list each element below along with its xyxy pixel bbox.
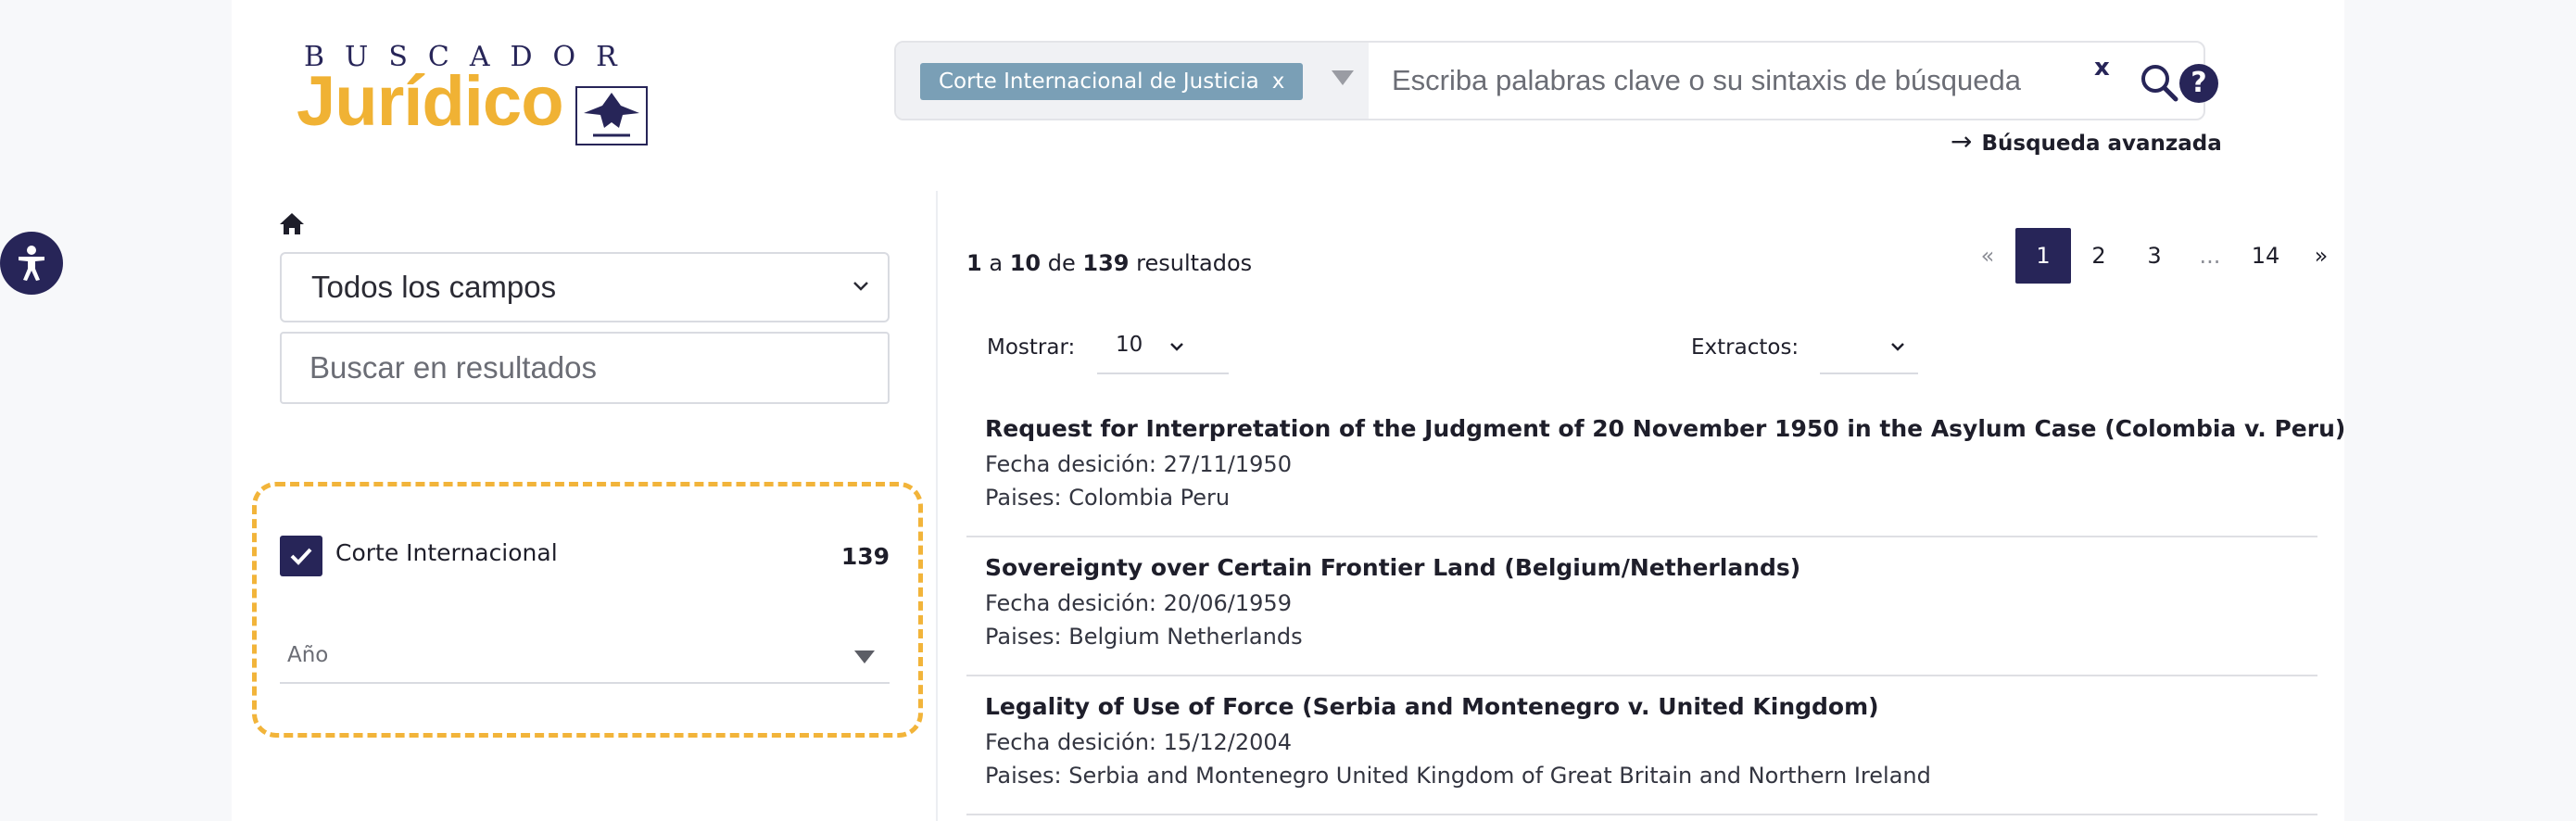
accessibility-icon: [19, 246, 44, 281]
caret-down-icon: [854, 650, 875, 663]
result-title-link[interactable]: Request for Interpretation of the Judgme…: [985, 415, 2345, 442]
advanced-search-link[interactable]: → Búsqueda avanzada: [1951, 126, 2222, 157]
result-title-link[interactable]: Legality of Use of Force (Serbia and Mon…: [985, 693, 2299, 720]
page-container: BUSCADOR Jurídico Corte Internacional de…: [232, 0, 2345, 821]
search-bar: Corte Internacional de Justicia x x: [894, 41, 2205, 120]
result-countries: Paises: Belgium Netherlands: [985, 624, 1303, 650]
search-field-select[interactable]: Todos los campos: [280, 252, 890, 322]
show-label: Mostrar:: [987, 335, 1076, 360]
logo-main-text: Jurídico: [297, 62, 564, 141]
result-item: Legality of Use of Force (Serbia and Mon…: [966, 676, 2317, 815]
facet-checkbox[interactable]: [280, 536, 322, 576]
page-size-select[interactable]: 10: [1097, 322, 1229, 374]
year-select-label: Año: [287, 643, 329, 667]
home-icon[interactable]: [278, 211, 306, 235]
filter-chip-label: Corte Internacional de Justicia: [939, 69, 1259, 94]
result-count: 1 a 10 de 139 resultados: [966, 250, 1253, 276]
facet-count: 139: [840, 543, 890, 570]
pagination-page[interactable]: 2: [2071, 228, 2127, 284]
result-item: Sovereignty over Certain Frontier Land (…: [966, 537, 2317, 676]
chevron-down-icon: [853, 282, 868, 291]
search-icon[interactable]: [2138, 61, 2180, 104]
filter-chip-remove-button[interactable]: x: [1272, 69, 1285, 94]
advanced-search-label: Búsqueda avanzada: [1981, 132, 2222, 156]
search-filter-zone[interactable]: Corte Internacional de Justicia x: [896, 43, 1369, 119]
result-date: Fecha desición: 15/12/2004: [985, 729, 1292, 755]
chevron-down-icon: [1170, 343, 1183, 351]
facet-highlight-box: [252, 482, 923, 738]
pagination-page[interactable]: 3: [2127, 228, 2182, 284]
result-countries: Paises: Serbia and Montenegro United Kin…: [985, 763, 1931, 789]
result-item: Request for Interpretation of the Judgme…: [966, 398, 2345, 537]
sidebar-divider: [936, 191, 938, 821]
pagination-page[interactable]: 14: [2238, 228, 2293, 284]
accessibility-button[interactable]: [0, 232, 63, 295]
checkmark-icon: [290, 548, 312, 565]
result-countries: Paises: Colombia Peru: [985, 485, 1231, 511]
results-list: Request for Interpretation of the Judgme…: [966, 398, 2345, 815]
search-field-select-value: Todos los campos: [311, 270, 557, 304]
arrow-right-icon: →: [1951, 126, 1973, 157]
eagle-emblem-icon: [575, 86, 648, 145]
pagination: « 1 2 3 ... 14 »: [1960, 228, 2349, 284]
filter-dropdown-caret-icon[interactable]: [1332, 70, 1354, 85]
result-date: Fecha desición: 20/06/1959: [985, 590, 1292, 616]
year-select[interactable]: Año: [280, 632, 890, 684]
pagination-next[interactable]: »: [2293, 228, 2349, 284]
help-button[interactable]: ?: [2179, 64, 2218, 103]
pagination-page[interactable]: 1: [2015, 228, 2071, 284]
result-title-link[interactable]: Sovereignty over Certain Frontier Land (…: [985, 554, 2299, 581]
site-logo[interactable]: BUSCADOR Jurídico: [297, 41, 649, 152]
facet-label[interactable]: Corte Internacional: [335, 539, 558, 566]
filter-chip[interactable]: Corte Internacional de Justicia x: [920, 63, 1304, 100]
excerpt-select[interactable]: [1820, 322, 1918, 374]
pagination-ellipsis: ...: [2199, 243, 2221, 269]
pagination-prev[interactable]: «: [1960, 228, 2015, 284]
result-date: Fecha desición: 27/11/1950: [985, 451, 1292, 477]
excerpt-label: Extractos:: [1691, 335, 1799, 360]
search-input[interactable]: [1392, 43, 2059, 119]
page-size-value: 10: [1116, 333, 1143, 357]
refine-results-input[interactable]: [280, 332, 890, 404]
chevron-down-icon: [1891, 343, 1904, 351]
clear-search-button[interactable]: x: [2094, 54, 2110, 82]
